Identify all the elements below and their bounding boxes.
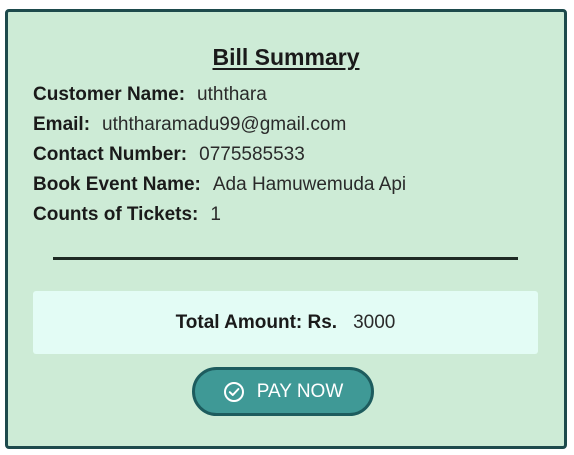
event-name-row: Book Event Name: Ada Hamuwemuda Api bbox=[33, 170, 406, 200]
customer-name-label: Customer Name: bbox=[33, 84, 186, 105]
ticket-count-row: Counts of Tickets: 1 bbox=[33, 200, 406, 230]
check-circle-icon bbox=[223, 381, 245, 403]
total-amount-box: Total Amount: Rs. 3000 bbox=[33, 291, 538, 354]
bill-summary-card: Bill Summary Customer Name: uththara Emai… bbox=[5, 9, 567, 449]
bill-summary-title: Bill Summary bbox=[212, 44, 360, 70]
bill-details: Customer Name: uththara Email: uththaramad… bbox=[33, 80, 406, 230]
contact-number-value: 0775585533 bbox=[199, 144, 305, 165]
email-value: uththaramadu99@gmail.com bbox=[102, 114, 347, 135]
event-name-value: Ada Hamuwemuda Api bbox=[212, 174, 407, 195]
pay-now-label: PAY NOW bbox=[256, 380, 344, 402]
pay-now-button[interactable]: PAY NOW bbox=[192, 367, 374, 416]
ticket-count-value: 1 bbox=[210, 204, 221, 225]
total-amount-label: Total Amount: Rs. bbox=[175, 311, 338, 333]
divider bbox=[53, 257, 518, 260]
customer-name-row: Customer Name: uththara bbox=[33, 80, 406, 110]
ticket-count-label: Counts of Tickets: bbox=[33, 204, 199, 225]
event-name-label: Book Event Name: bbox=[33, 174, 201, 195]
email-row: Email: uththaramadu99@gmail.com bbox=[33, 110, 406, 140]
total-amount-value: 3000 bbox=[353, 311, 396, 333]
email-label: Email: bbox=[33, 114, 91, 135]
contact-number-row: Contact Number: 0775585533 bbox=[33, 140, 406, 170]
customer-name-value: uththara bbox=[197, 84, 267, 105]
contact-number-label: Contact Number: bbox=[33, 144, 188, 165]
